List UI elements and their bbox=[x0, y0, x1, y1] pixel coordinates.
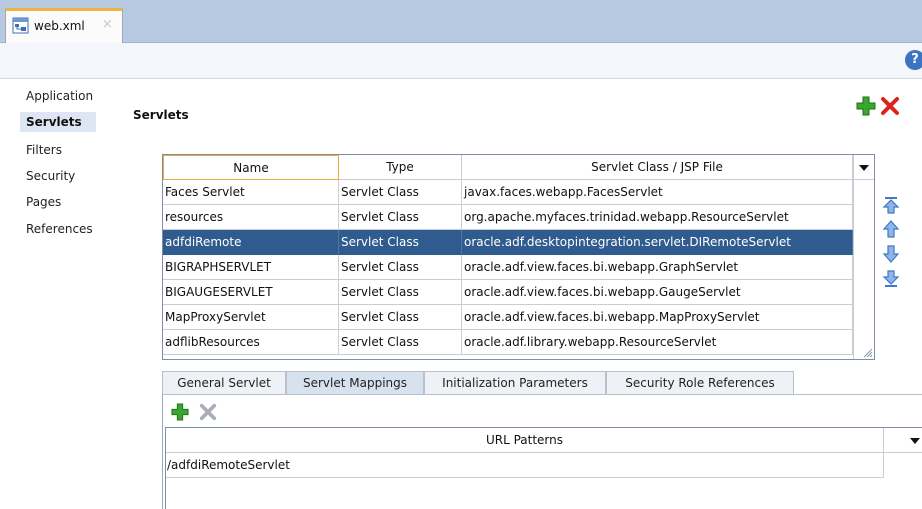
nav-item-pages[interactable]: Pages bbox=[26, 195, 61, 209]
tab-general-servlet[interactable]: General Servlet bbox=[162, 371, 286, 395]
table-row[interactable]: resources Servlet Class org.apache.myfac… bbox=[163, 205, 853, 230]
cell-class: oracle.adf.view.faces.bi.webapp.GraphSer… bbox=[462, 255, 853, 280]
move-bottom-icon[interactable] bbox=[882, 270, 900, 288]
nav-item-references[interactable]: References bbox=[26, 222, 93, 236]
column-chooser-button[interactable] bbox=[884, 428, 922, 453]
move-down-icon[interactable] bbox=[882, 245, 900, 263]
cell-name: adflibResources bbox=[163, 330, 339, 355]
column-chooser-button[interactable] bbox=[853, 155, 874, 180]
add-icon[interactable] bbox=[856, 96, 876, 116]
cell-class: oracle.adf.library.webapp.ResourceServle… bbox=[462, 330, 853, 355]
move-top-icon[interactable] bbox=[882, 196, 900, 214]
resize-grip-icon[interactable] bbox=[861, 346, 873, 358]
close-tab-icon[interactable]: × bbox=[102, 17, 113, 32]
column-header-url-patterns[interactable]: URL Patterns bbox=[166, 428, 884, 453]
delete-mapping-icon[interactable] bbox=[199, 403, 217, 421]
editor-toolbar: ? bbox=[0, 43, 922, 79]
tab-servlet-mappings[interactable]: Servlet Mappings bbox=[286, 371, 424, 395]
table-scroll-area[interactable] bbox=[853, 155, 874, 359]
cell-class: javax.faces.webapp.FacesServlet bbox=[462, 180, 853, 205]
editor-tab-label: web.xml bbox=[34, 19, 85, 33]
dropdown-icon bbox=[859, 165, 869, 171]
url-pattern-row[interactable]: /adfdiRemoteServlet bbox=[166, 453, 884, 478]
table-header-row: Name Type Servlet Class / JSP File bbox=[163, 155, 853, 180]
cell-class: org.apache.myfaces.trinidad.webapp.Resou… bbox=[462, 205, 853, 230]
cell-name: resources bbox=[163, 205, 339, 230]
dropdown-icon bbox=[910, 438, 920, 444]
url-patterns-table: URL Patterns /adfdiRemoteServlet bbox=[165, 427, 922, 509]
add-mapping-icon[interactable] bbox=[171, 403, 189, 421]
section-title: Servlets bbox=[133, 108, 189, 122]
cell-type: Servlet Class bbox=[339, 280, 462, 305]
tab-security-role-references[interactable]: Security Role References bbox=[606, 371, 794, 395]
cell-type: Servlet Class bbox=[339, 180, 462, 205]
table-row[interactable]: BIGAUGESERVLET Servlet Class oracle.adf.… bbox=[163, 280, 853, 305]
cell-type: Servlet Class bbox=[339, 205, 462, 230]
cell-name: BIGAUGESERVLET bbox=[163, 280, 339, 305]
cell-name: adfdiRemote bbox=[163, 230, 339, 255]
column-header-name[interactable]: Name bbox=[163, 155, 339, 180]
cell-class: oracle.adf.view.faces.bi.webapp.MapProxy… bbox=[462, 305, 853, 330]
cell-class: oracle.adf.desktopintegration.servlet.DI… bbox=[462, 230, 853, 255]
cell-name: BIGRAPHSERVLET bbox=[163, 255, 339, 280]
nav-item-filters[interactable]: Filters bbox=[26, 143, 62, 157]
table-row[interactable]: adflibResources Servlet Class oracle.adf… bbox=[163, 330, 853, 355]
nav-item-security[interactable]: Security bbox=[26, 169, 75, 183]
servlets-table: Name Type Servlet Class / JSP File Faces… bbox=[162, 154, 875, 360]
column-header-type[interactable]: Type bbox=[339, 155, 462, 180]
cell-type: Servlet Class bbox=[339, 255, 462, 280]
cell-class: oracle.adf.view.faces.bi.webapp.GaugeSer… bbox=[462, 280, 853, 305]
table-row[interactable]: Faces Servlet Servlet Class javax.faces.… bbox=[163, 180, 853, 205]
column-header-class[interactable]: Servlet Class / JSP File bbox=[462, 155, 853, 180]
cell-name: Faces Servlet bbox=[163, 180, 339, 205]
move-up-icon[interactable] bbox=[882, 220, 900, 238]
help-icon[interactable]: ? bbox=[905, 50, 922, 70]
cell-type: Servlet Class bbox=[339, 305, 462, 330]
table-row[interactable]: BIGRAPHSERVLET Servlet Class oracle.adf.… bbox=[163, 255, 853, 280]
table-row[interactable]: MapProxyServlet Servlet Class oracle.adf… bbox=[163, 305, 853, 330]
nav-item-application[interactable]: Application bbox=[26, 89, 93, 103]
servlet-detail-tabs: General Servlet Servlet Mappings Initial… bbox=[162, 371, 875, 395]
cell-type: Servlet Class bbox=[339, 330, 462, 355]
editor-tab-web-xml[interactable]: web.xml × bbox=[5, 8, 123, 43]
servlet-mappings-panel: URL Patterns /adfdiRemoteServlet bbox=[162, 394, 922, 509]
web-xml-file-icon bbox=[12, 17, 29, 34]
editor-tab-strip: web.xml × bbox=[0, 0, 922, 43]
delete-icon[interactable] bbox=[880, 96, 900, 116]
nav-item-servlets[interactable]: Servlets bbox=[26, 115, 82, 129]
tab-initialization-parameters[interactable]: Initialization Parameters bbox=[424, 371, 606, 395]
cell-name: MapProxyServlet bbox=[163, 305, 339, 330]
table-row-selected[interactable]: adfdiRemote Servlet Class oracle.adf.des… bbox=[163, 230, 853, 255]
cell-type: Servlet Class bbox=[339, 230, 462, 255]
